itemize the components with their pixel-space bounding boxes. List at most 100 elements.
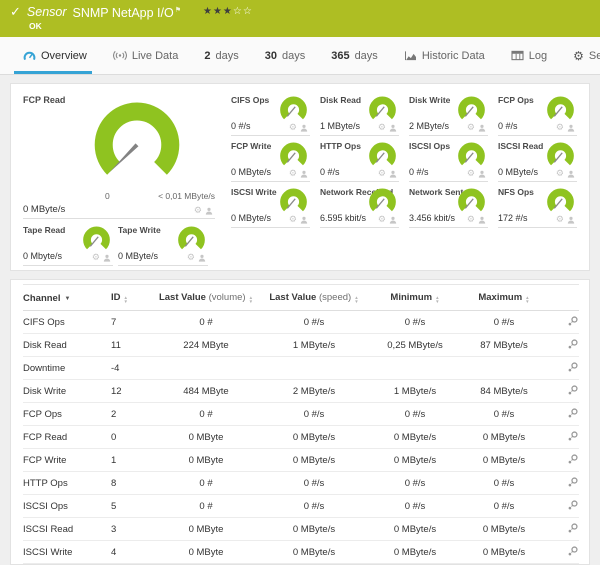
sort-desc-icon: ▼	[64, 295, 71, 302]
table-row: ISCSI Read 3 0 MByte 0 MByte/s 0 MByte/s…	[23, 517, 579, 541]
gear-icon[interactable]: ⚙	[92, 253, 100, 262]
gear-icon[interactable]: ⚙	[467, 215, 475, 224]
scale-min: 0	[105, 191, 110, 201]
channel-settings-icon	[568, 454, 578, 464]
channel-settings-button[interactable]	[567, 476, 579, 491]
channel-gauge: FCP Ops 0 #/s ⚙	[498, 90, 577, 136]
channel-gauge: Tape Read 0 Mbyte/s ⚙	[23, 220, 113, 266]
cell-minimum: 0 #/s	[369, 471, 461, 495]
table-row: Downtime -4	[23, 356, 579, 380]
channel-settings-button[interactable]	[567, 361, 579, 376]
user-icon[interactable]	[205, 207, 213, 215]
gear-icon[interactable]: ⚙	[556, 215, 564, 224]
priority-stars[interactable]: ★★★☆☆	[203, 5, 253, 19]
user-icon[interactable]	[300, 170, 308, 178]
user-icon[interactable]	[300, 216, 308, 224]
gear-icon[interactable]: ⚙	[187, 253, 195, 262]
channel-gauge-label: NFS Ops	[498, 187, 534, 197]
mini-gauge-dial	[369, 96, 396, 120]
gear-icon[interactable]: ⚙	[467, 169, 475, 178]
cell-last-value-speed: 0 #/s	[259, 494, 369, 518]
cell-last-value-speed: 0 MByte/s	[259, 540, 369, 564]
column-header-minimum[interactable]: Minimum ▲ ▼	[369, 284, 461, 311]
tab-label: Live Data	[131, 49, 179, 62]
user-icon[interactable]	[103, 254, 111, 262]
gear-icon[interactable]: ⚙	[378, 123, 386, 132]
table-row: HTTP Ops 8 0 # 0 #/s 0 #/s 0 #/s	[23, 471, 579, 495]
column-header-channel[interactable]: Channel ▼	[23, 284, 111, 311]
column-header-maximum[interactable]: Maximum ▲ ▼	[461, 284, 547, 311]
user-icon[interactable]	[567, 124, 575, 132]
channel-settings-button[interactable]	[567, 315, 579, 330]
channel-settings-button[interactable]	[567, 407, 579, 422]
column-header-last-value-speed[interactable]: Last Value (speed) ▲ ▼	[259, 284, 369, 311]
tab-30-days[interactable]: 30 days	[252, 37, 319, 74]
channel-gauge-label: FCP Ops	[498, 95, 534, 105]
user-icon[interactable]	[300, 124, 308, 132]
user-icon[interactable]	[478, 170, 486, 178]
tab-log[interactable]: Log	[498, 37, 560, 74]
main-gauge-pane: FCP Read 0 < 0,01 MByte/s 0 MByte/s ⚙ Ta…	[23, 90, 215, 270]
channel-gauge-value: 0 #/s	[231, 121, 251, 131]
user-icon[interactable]	[389, 170, 397, 178]
mini-gauge-dial	[280, 142, 307, 166]
channel-settings-button[interactable]	[567, 545, 579, 560]
tab-number: 365	[331, 49, 350, 62]
channel-settings-button[interactable]	[567, 384, 579, 399]
stars-filled: ★★★	[203, 6, 233, 18]
gear-icon[interactable]: ⚙	[378, 169, 386, 178]
mini-gauge-dial	[280, 188, 307, 212]
tab-settings[interactable]: ⚙ Settings	[560, 37, 600, 74]
main-gauge-label: FCP Read	[23, 95, 66, 105]
channel-settings-button[interactable]	[567, 453, 579, 468]
gear-icon[interactable]: ⚙	[467, 123, 475, 132]
mini-gauge-dial	[458, 96, 485, 120]
sort-icon: ▲ ▼	[354, 295, 359, 304]
channel-settings-button[interactable]	[567, 338, 579, 353]
user-icon[interactable]	[478, 216, 486, 224]
tab-365-days[interactable]: 365 days	[318, 37, 391, 74]
column-header-id[interactable]: ID ▲ ▼	[111, 284, 153, 311]
gear-icon[interactable]: ⚙	[289, 169, 297, 178]
channel-gauge: NFS Ops 172 #/s ⚙	[498, 182, 577, 228]
channel-settings-icon	[568, 500, 578, 510]
tab-overview[interactable]: Overview	[10, 37, 100, 74]
user-icon[interactable]	[567, 170, 575, 178]
channel-gauge: CIFS Ops 0 #/s ⚙	[231, 90, 310, 136]
main-gauge-scale: 0 < 0,01 MByte/s	[105, 191, 215, 201]
gear-icon[interactable]: ⚙	[194, 206, 202, 215]
sensor-kind-label: Sensor	[26, 5, 67, 20]
user-icon[interactable]	[389, 216, 397, 224]
tab-2-days[interactable]: 2 days	[191, 37, 251, 74]
tab-label: days	[281, 49, 306, 62]
tab-live-data[interactable]: Live Data	[100, 37, 191, 74]
column-header-last-value-volume[interactable]: Last Value (volume) ▲ ▼	[153, 284, 259, 311]
mini-gauges-grid: CIFS Ops 0 #/s ⚙ Disk Read 1 MByte/s ⚙ D…	[215, 90, 577, 270]
cell-last-value-volume: 0 MByte	[153, 448, 259, 472]
user-icon[interactable]	[389, 124, 397, 132]
tab-label: days	[354, 49, 378, 62]
cell-actions	[547, 333, 579, 357]
gear-icon[interactable]: ⚙	[556, 123, 564, 132]
cell-channel: FCP Read	[23, 425, 111, 449]
user-icon[interactable]	[198, 254, 206, 262]
channel-settings-button[interactable]	[567, 430, 579, 445]
area-chart-icon	[404, 51, 416, 61]
mini-gauge-dial	[280, 96, 307, 120]
gear-icon[interactable]: ⚙	[556, 169, 564, 178]
channel-settings-button[interactable]	[567, 522, 579, 537]
tab-historic-data[interactable]: Historic Data	[391, 37, 498, 74]
gear-icon[interactable]: ⚙	[378, 215, 386, 224]
cell-minimum: 0 MByte/s	[369, 517, 461, 541]
user-icon[interactable]	[567, 216, 575, 224]
gear-icon[interactable]: ⚙	[289, 123, 297, 132]
channels-table-panel: Channel ▼ ID ▲ ▼ Last Value (volume) ▲ ▼ Last…	[10, 279, 590, 565]
gauge-needle	[286, 152, 296, 163]
cell-maximum: 0 #/s	[461, 494, 547, 518]
cell-id: 7	[111, 310, 153, 334]
cell-minimum: 0 #/s	[369, 310, 461, 334]
user-icon[interactable]	[478, 124, 486, 132]
cell-last-value-volume: 0 MByte	[153, 540, 259, 564]
gear-icon[interactable]: ⚙	[289, 215, 297, 224]
cell-maximum	[461, 356, 547, 380]
